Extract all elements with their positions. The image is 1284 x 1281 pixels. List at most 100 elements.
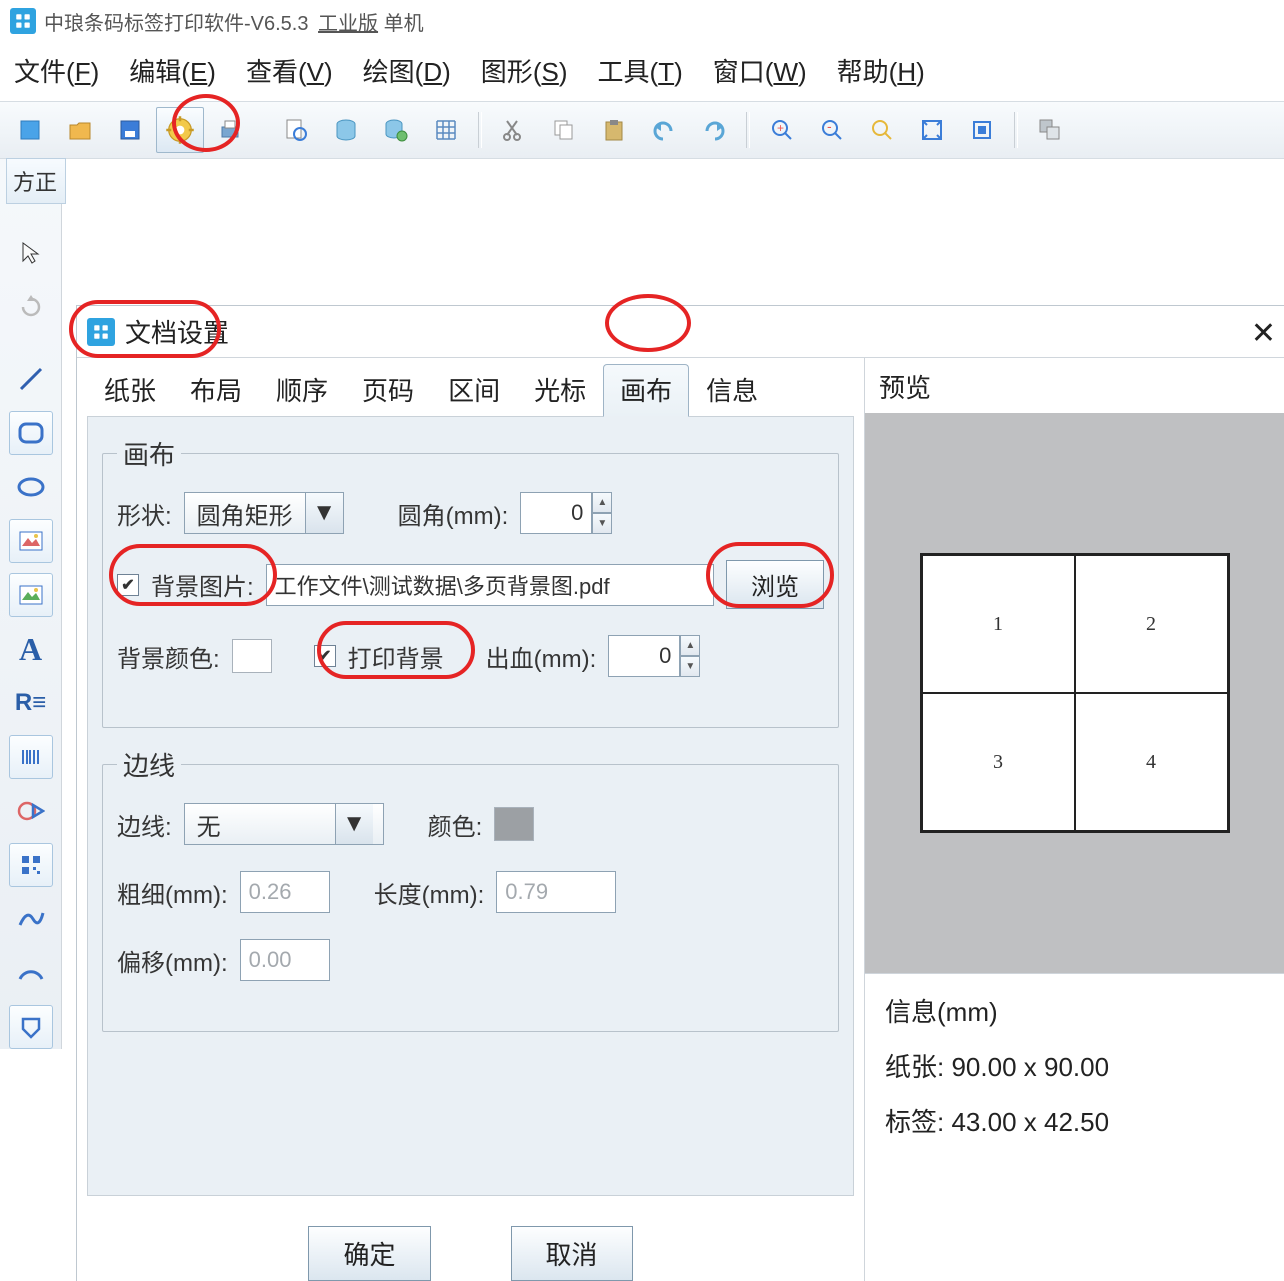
tab-paper[interactable]: 纸张 <box>87 364 173 417</box>
fit-page-button[interactable] <box>958 107 1006 153</box>
thickness-label: 粗细(mm): <box>117 875 228 910</box>
grid-button[interactable] <box>422 107 470 153</box>
browse-button[interactable]: 浏览 <box>726 560 824 609</box>
info-section: 信息(mm) 纸张: 90.00 x 90.00 标签: 43.00 x 42.… <box>865 973 1284 1157</box>
tab-order[interactable]: 顺序 <box>259 364 345 417</box>
zoom-out-button[interactable]: - <box>808 107 856 153</box>
menu-draw[interactable]: 绘图(D) <box>363 52 451 89</box>
tab-layout[interactable]: 布局 <box>173 364 259 417</box>
printbg-checkbox[interactable]: ✔ <box>314 645 336 667</box>
dialog-buttons: 确定 取消 <box>77 1226 864 1281</box>
preview-cell: 2 <box>1075 555 1228 693</box>
menu-tool[interactable]: 工具(T) <box>598 52 683 89</box>
arc-tool[interactable] <box>9 951 53 995</box>
tab-canvas-content: 画布 形状: 圆角矩形 ▼ 圆角(mm): ▲▼ <box>87 416 854 1196</box>
side-toolbar: A R≡ <box>0 159 62 1049</box>
border-color-label: 颜色: <box>428 807 483 842</box>
image-placeholder-tool[interactable] <box>9 519 53 563</box>
bleed-label: 出血(mm): <box>486 639 597 674</box>
open-button[interactable] <box>56 107 104 153</box>
bgimg-checkbox[interactable]: ✔ <box>117 574 139 596</box>
svg-text:-: - <box>827 118 832 134</box>
preview-cell: 3 <box>922 693 1075 831</box>
undo-button[interactable] <box>640 107 688 153</box>
shape-tool[interactable] <box>9 789 53 833</box>
preview-cell: 1 <box>922 555 1075 693</box>
tab-cursor[interactable]: 光标 <box>517 364 603 417</box>
image-tool[interactable] <box>9 573 53 617</box>
database-button[interactable] <box>322 107 370 153</box>
border-style-select[interactable]: 无 ▼ <box>184 803 384 845</box>
app-logo-icon <box>10 8 36 34</box>
border-color-swatch[interactable] <box>494 807 534 841</box>
cancel-button[interactable]: 取消 <box>511 1226 633 1281</box>
canvas-legend: 画布 <box>117 435 181 472</box>
cut-button[interactable] <box>490 107 538 153</box>
new-doc-button[interactable] <box>6 107 54 153</box>
close-icon[interactable]: ✕ <box>1251 316 1276 351</box>
preview-cell: 4 <box>1075 693 1228 831</box>
barcode-tool[interactable] <box>9 735 53 779</box>
doc-settings-button[interactable] <box>156 107 204 153</box>
chevron-down-icon: ▼ <box>335 804 373 844</box>
dialog-title: 文档设置 <box>125 313 229 350</box>
shape-select[interactable]: 圆角矩形 ▼ <box>184 492 344 534</box>
dialog-logo-icon <box>87 318 115 346</box>
qrcode-tool[interactable] <box>9 843 53 887</box>
ellipse-tool[interactable] <box>9 465 53 509</box>
bgimg-label: 背景图片: <box>151 567 254 602</box>
preview-pane: 预览 1 2 3 4 信息(mm) 纸张: 90.00 x 90.00 <box>864 358 1284 1281</box>
polygon-tool[interactable] <box>9 1005 53 1049</box>
paste-button[interactable] <box>590 107 638 153</box>
rotate-tool[interactable] <box>9 285 53 329</box>
border-style-label: 边线: <box>117 807 172 842</box>
font-dropdown[interactable]: 方正 <box>6 158 66 204</box>
zoom-button[interactable] <box>858 107 906 153</box>
canvas-fieldset: 画布 形状: 圆角矩形 ▼ 圆角(mm): ▲▼ <box>102 435 839 728</box>
line-tool[interactable] <box>9 357 53 401</box>
print-preview-button[interactable] <box>272 107 320 153</box>
bgcolor-swatch[interactable] <box>232 639 272 673</box>
bleed-input[interactable]: ▲▼ <box>608 635 700 677</box>
copy-button[interactable] <box>540 107 588 153</box>
bgimg-path-input[interactable] <box>266 564 714 606</box>
menu-window[interactable]: 窗口(W) <box>713 52 807 89</box>
layers-button[interactable] <box>1026 107 1074 153</box>
length-input[interactable] <box>496 871 616 913</box>
length-label: 长度(mm): <box>374 875 485 910</box>
dialog-tabs: 纸张 布局 顺序 页码 区间 光标 画布 信息 <box>77 364 864 417</box>
radius-input[interactable]: ▲▼ <box>520 492 612 534</box>
menu-shape[interactable]: 图形(S) <box>481 52 568 89</box>
database-config-button[interactable] <box>372 107 420 153</box>
tab-canvas[interactable]: 画布 <box>603 364 689 417</box>
tab-range[interactable]: 区间 <box>431 364 517 417</box>
ok-button[interactable]: 确定 <box>308 1226 430 1281</box>
dialog-title-bar: 文档设置 ✕ <box>77 306 1284 358</box>
menu-file[interactable]: 文件(F) <box>14 52 99 89</box>
radius-label: 圆角(mm): <box>398 496 509 531</box>
info-label: 标签: 43.00 x 42.50 <box>885 1102 1264 1139</box>
menu-help[interactable]: 帮助(H) <box>837 52 925 89</box>
save-button[interactable] <box>106 107 154 153</box>
richtext-tool[interactable]: R≡ <box>9 681 53 725</box>
tab-page[interactable]: 页码 <box>345 364 431 417</box>
fit-window-button[interactable] <box>908 107 956 153</box>
print-button[interactable] <box>206 107 254 153</box>
preview-title: 预览 <box>865 358 1284 413</box>
app-title: 中琅条码标签打印软件-V6.5.3 工业版 单机 <box>44 7 424 36</box>
offset-input[interactable] <box>240 939 330 981</box>
preview-area: 1 2 3 4 <box>865 413 1284 973</box>
menu-view[interactable]: 查看(V) <box>246 52 333 89</box>
zoom-in-button[interactable]: + <box>758 107 806 153</box>
svg-text:+: + <box>777 121 784 135</box>
curve-tool[interactable] <box>9 897 53 941</box>
menu-edit[interactable]: 编辑(E) <box>129 52 216 89</box>
redo-button[interactable] <box>690 107 738 153</box>
thickness-input[interactable] <box>240 871 330 913</box>
tab-info[interactable]: 信息 <box>689 364 775 417</box>
text-tool[interactable]: A <box>9 627 53 671</box>
chevron-down-icon: ▼ <box>305 493 343 533</box>
preview-sheet: 1 2 3 4 <box>920 553 1230 833</box>
pointer-tool[interactable] <box>9 231 53 275</box>
round-rect-tool[interactable] <box>9 411 53 455</box>
